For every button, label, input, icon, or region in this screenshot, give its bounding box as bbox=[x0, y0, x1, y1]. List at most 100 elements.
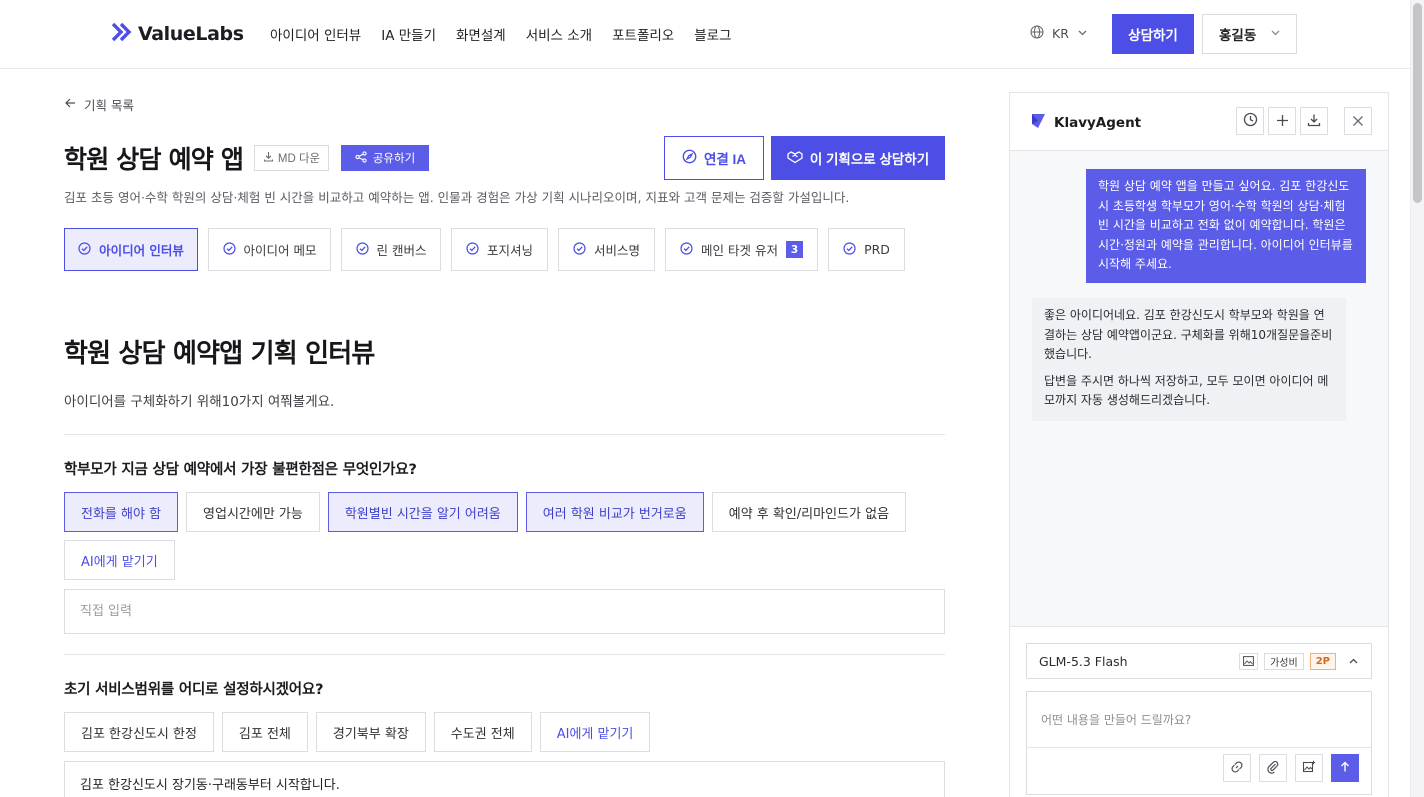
paperclip-icon bbox=[1266, 759, 1280, 778]
check-circle-icon bbox=[355, 241, 369, 258]
logo[interactable]: ValueLabs bbox=[111, 22, 244, 46]
download-icon bbox=[1307, 112, 1321, 131]
prompt-actions bbox=[1223, 754, 1359, 782]
question-title: 학부모가 지금 상담 예약에서 가장 불편한점은 무엇인가요? bbox=[64, 462, 417, 478]
handshake-icon bbox=[787, 150, 803, 167]
plus-icon bbox=[1276, 112, 1289, 131]
link-icon bbox=[1230, 759, 1244, 778]
globe-icon bbox=[1030, 25, 1044, 42]
user-menu-button[interactable]: 홍길동 bbox=[1202, 14, 1297, 54]
agent-message: 좋은 아이디어네요. 김포 한강신도시 학부모와 학원을 연결하는 상담 예약앱… bbox=[1032, 298, 1346, 421]
ask-ai-chip[interactable]: AI에게 맡기기 bbox=[64, 540, 175, 580]
plan-description: 김포 초등 영어·수학 학원의 상담·체험 빈 시간을 비교하고 예약하는 앱.… bbox=[64, 190, 850, 205]
arrow-up-icon bbox=[1339, 761, 1351, 776]
nav-item-service-intro[interactable]: 서비스 소개 bbox=[526, 24, 592, 44]
tab-positioning[interactable]: 포지셔닝 bbox=[451, 228, 548, 271]
tab-prd[interactable]: PRD bbox=[828, 228, 905, 271]
tab-label: 포지셔닝 bbox=[486, 243, 533, 258]
check-circle-icon bbox=[466, 241, 479, 258]
send-button[interactable] bbox=[1331, 754, 1359, 782]
tab-idea-interview[interactable]: 아이디어 인터뷰 bbox=[64, 228, 198, 271]
option-chip[interactable]: 김포 한강신도시 한정 bbox=[64, 712, 214, 752]
share-icon bbox=[355, 150, 367, 166]
tab-label: 서비스명 bbox=[593, 243, 640, 258]
linked-ia-label: 연결 IA bbox=[703, 152, 747, 167]
share-label: 공유하기 bbox=[372, 153, 416, 165]
tab-idea-memo[interactable]: 아이디어 메모 bbox=[208, 228, 331, 271]
tab-label: PRD bbox=[864, 242, 890, 257]
attach-file-button[interactable] bbox=[1259, 754, 1287, 782]
prompt-input[interactable] bbox=[1027, 692, 1371, 748]
question-title: 초기 서비스범위를 어디로 설정하시겠어요? bbox=[64, 682, 324, 698]
tab-lean-canvas[interactable]: 린 캔버스 bbox=[341, 228, 441, 271]
new-chat-button[interactable] bbox=[1268, 107, 1296, 135]
tab-label: 아이디어 인터뷰 bbox=[99, 243, 184, 258]
top-header: ValueLabs 아이디어 인터뷰 IA 만들기 화면설계 서비스 소개 포트… bbox=[0, 0, 1410, 69]
user-name: 홍길동 bbox=[1219, 28, 1257, 44]
back-link[interactable]: 기획 목록 bbox=[64, 95, 134, 114]
agent-message-text: 좋은 아이디어네요. 김포 한강신도시 학부모와 학원을 연결하는 상담 예약앱… bbox=[1044, 308, 1333, 361]
option-chip[interactable]: 여러 학원 비교가 번거로움 bbox=[525, 492, 704, 532]
consult-with-plan-button[interactable]: 이 기획으로 상담하기 bbox=[771, 136, 945, 180]
chevron-up-icon bbox=[1348, 656, 1359, 667]
chevron-down-icon bbox=[1077, 26, 1088, 41]
agent-panel: KlavyAgent 학원 상담 예약 앱을 만들고 싶어요. 김포 한강신도시… bbox=[1009, 92, 1389, 797]
language-label: KR bbox=[1052, 26, 1069, 41]
tab-main-target-user[interactable]: 메인 타겟 유저 3 bbox=[665, 228, 818, 271]
nav-item-ia[interactable]: IA 만들기 bbox=[381, 24, 436, 44]
linked-ia-button[interactable]: 연결 IA bbox=[664, 136, 764, 180]
option-chip[interactable]: 예약 후 확인/리마인드가 없음 bbox=[711, 492, 907, 532]
section-description: 아이디어를 구체화하기 위해10가지 여쭤볼게요. bbox=[64, 394, 335, 410]
attach-image-button[interactable] bbox=[1295, 754, 1323, 782]
agent-logo-icon bbox=[1030, 113, 1046, 133]
tab-service-name[interactable]: 서비스명 bbox=[558, 228, 655, 271]
check-circle-icon bbox=[573, 241, 586, 258]
consult-with-plan-label: 이 기획으로 상담하기 bbox=[809, 152, 930, 167]
option-chip[interactable]: 학원별빈 시간을 알기 어려움 bbox=[327, 492, 518, 532]
nav-item-blog[interactable]: 블로그 bbox=[694, 24, 731, 44]
agent-composer: GLM-5.3 Flash 가성비 2P bbox=[1010, 626, 1388, 797]
consult-button[interactable]: 상담하기 bbox=[1112, 14, 1194, 54]
nav-item-portfolio[interactable]: 포트폴리오 bbox=[612, 24, 674, 44]
logo-mark-icon bbox=[111, 22, 134, 46]
compass-icon bbox=[682, 149, 697, 167]
page-scrollbar[interactable] bbox=[1410, 0, 1424, 797]
language-selector[interactable]: KR bbox=[1030, 25, 1088, 42]
tab-label: 메인 타겟 유저 bbox=[701, 243, 778, 258]
agent-toolbar bbox=[1236, 107, 1372, 135]
count-badge: 3 bbox=[785, 241, 803, 258]
attach-link-button[interactable] bbox=[1223, 754, 1251, 782]
agent-header: KlavyAgent bbox=[1010, 93, 1388, 151]
md-download-button[interactable]: MD 다운 bbox=[254, 145, 329, 171]
option-chip[interactable]: 수도권 전체 bbox=[433, 712, 532, 752]
nav-item-screen-design[interactable]: 화면설계 bbox=[456, 24, 506, 44]
custom-answer-input[interactable] bbox=[64, 761, 945, 797]
share-button[interactable]: 공유하기 bbox=[341, 145, 429, 171]
scrollbar-thumb[interactable] bbox=[1413, 3, 1422, 203]
ask-ai-chip[interactable]: AI에게 맡기기 bbox=[539, 712, 651, 752]
check-circle-icon bbox=[680, 241, 693, 258]
md-download-label: MD 다운 bbox=[277, 153, 321, 165]
image-icon bbox=[1239, 652, 1259, 670]
download-chat-button[interactable] bbox=[1300, 107, 1328, 135]
tab-label: 아이디어 메모 bbox=[243, 243, 317, 258]
nav-item-idea-interview[interactable]: 아이디어 인터뷰 bbox=[270, 24, 361, 44]
divider bbox=[64, 434, 945, 435]
agent-logo: KlavyAgent bbox=[1030, 113, 1141, 133]
check-circle-icon bbox=[222, 241, 236, 258]
agent-message-text: 답변을 주시면 하나씩 저장하고, 모두 모이면 아이디어 메모까지 자동 생성… bbox=[1044, 373, 1329, 408]
model-selector[interactable]: GLM-5.3 Flash 가성비 2P bbox=[1026, 643, 1372, 679]
history-button[interactable] bbox=[1236, 107, 1264, 135]
image-add-icon bbox=[1302, 759, 1316, 778]
model-name: GLM-5.3 Flash bbox=[1039, 653, 1128, 669]
plan-tabs: 아이디어 인터뷰 아이디어 메모 린 캔버스 포지셔닝 서비스명 메인 타겟 유… bbox=[64, 228, 905, 271]
close-panel-button[interactable] bbox=[1344, 107, 1372, 135]
option-chip[interactable]: 전화를 해야 함 bbox=[64, 492, 179, 532]
option-chip[interactable]: 김포 전체 bbox=[221, 712, 308, 752]
option-chip[interactable]: 경기북부 확장 bbox=[315, 712, 426, 752]
agent-name: KlavyAgent bbox=[1054, 115, 1142, 131]
check-circle-icon bbox=[843, 241, 856, 258]
custom-answer-input[interactable] bbox=[64, 589, 945, 634]
option-chip[interactable]: 영업시간에만 가능 bbox=[186, 492, 320, 532]
